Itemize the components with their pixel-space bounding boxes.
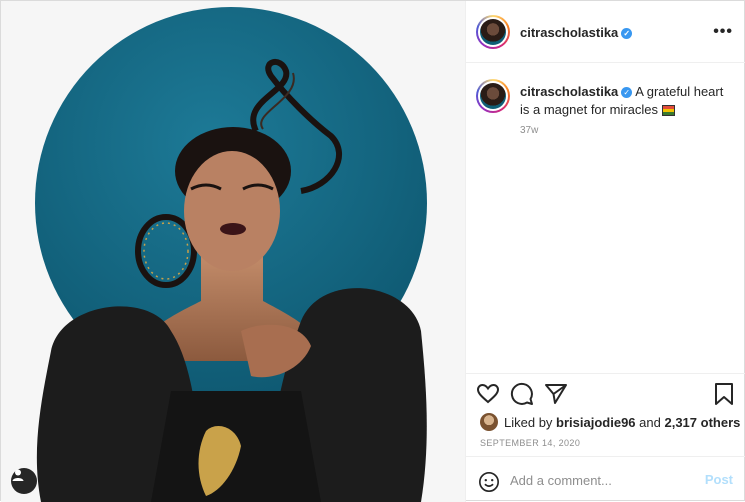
- caption-username[interactable]: citrascholastika: [520, 84, 618, 99]
- verified-badge-icon: ✓: [621, 87, 633, 99]
- comment-form: Post: [466, 456, 745, 502]
- post-age[interactable]: 37w: [520, 125, 538, 136]
- liker-avatar[interactable]: [480, 413, 498, 431]
- action-bar: Liked by brisiajodie96 and 2,317 others …: [466, 373, 745, 501]
- comments-section: citrascholastika ✓ A grateful heart is a …: [466, 63, 745, 373]
- caption-avatar[interactable]: [476, 79, 510, 113]
- author-username[interactable]: citrascholastika: [520, 25, 618, 40]
- bookmark-icon[interactable]: [712, 382, 736, 406]
- post-sidebar: citrascholastika ✓ ••• citrascholastika ✓ …: [465, 1, 745, 502]
- tagged-user-button[interactable]: [11, 468, 37, 494]
- post-photo[interactable]: [1, 1, 465, 502]
- more-options-icon[interactable]: •••: [713, 23, 733, 41]
- person-icon: [12, 469, 24, 481]
- likes-prefix: Liked by: [504, 414, 553, 430]
- caption: citrascholastika ✓ A grateful heart is a …: [520, 83, 735, 119]
- likes-summary: Liked by brisiajodie96 and 2,317 others: [480, 413, 740, 431]
- paper-plane-icon[interactable]: [544, 382, 568, 406]
- comment-input[interactable]: [510, 469, 690, 491]
- rainbow-flag-emoji-icon: [661, 105, 675, 117]
- post-date[interactable]: SEPTEMBER 14, 2020: [480, 438, 580, 448]
- portrait-image: [1, 1, 465, 502]
- emoji-icon[interactable]: [478, 471, 500, 493]
- verified-badge-icon: ✓: [621, 28, 633, 40]
- post-dialog: citrascholastika ✓ ••• citrascholastika ✓ …: [0, 0, 745, 502]
- likes-and: and: [639, 414, 661, 430]
- likes-count[interactable]: 2,317 others: [664, 415, 740, 430]
- author-avatar[interactable]: [476, 15, 510, 49]
- post-comment-button[interactable]: Post: [705, 472, 733, 487]
- author-username-row: citrascholastika ✓: [520, 25, 633, 40]
- heart-icon[interactable]: [476, 382, 500, 406]
- liker-username[interactable]: brisiajodie96: [556, 415, 635, 430]
- post-header: citrascholastika ✓ •••: [466, 1, 745, 63]
- comment-bubble-icon[interactable]: [510, 382, 534, 406]
